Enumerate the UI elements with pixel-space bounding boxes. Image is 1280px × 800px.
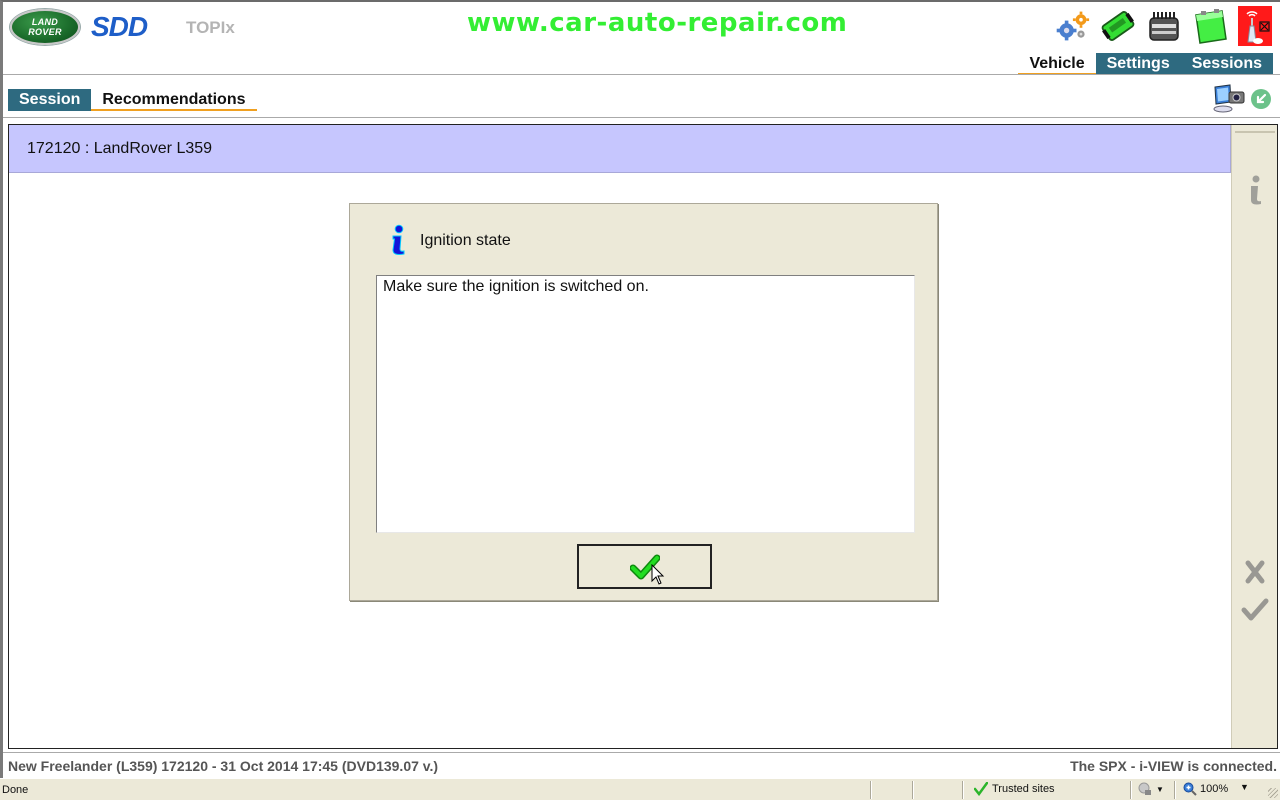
logo-text-rover: ROVER <box>28 27 62 37</box>
subtab-divider <box>3 117 1280 118</box>
tab-settings[interactable]: Settings <box>1095 53 1181 75</box>
screenshot-camera-icon[interactable] <box>1212 84 1246 114</box>
side-panel-divider <box>1235 131 1275 133</box>
vehicle-info-bar: New Freelander (L359) 172120 - 31 Oct 20… <box>3 752 1280 777</box>
status-divider <box>870 781 872 799</box>
ecu-module-icon[interactable] <box>1146 6 1182 46</box>
vehicle-title-bar: 172120 : LandRover L359 <box>9 125 1231 173</box>
magnifier-icon <box>1183 782 1197 796</box>
status-text: Done <box>2 784 29 796</box>
chevron-down-icon: ▼ <box>1156 784 1164 794</box>
sdd-logo: SDD <box>91 11 148 42</box>
status-divider <box>1130 781 1132 799</box>
logo-text-land: LAND <box>31 17 59 27</box>
tab-recommendations[interactable]: Recommendations <box>91 89 257 111</box>
vehicle-title: 172120 : LandRover L359 <box>27 140 213 157</box>
connection-status-text: The SPX - i-VIEW is connected. <box>1070 758 1277 774</box>
mouse-cursor-icon <box>651 563 665 591</box>
resize-grip[interactable] <box>1268 788 1278 798</box>
ok-button[interactable] <box>577 544 712 589</box>
side-action-panel <box>1231 125 1277 748</box>
dialog-message-box: Make sure the ignition is switched on. <box>376 275 915 533</box>
tab-sessions[interactable]: Sessions <box>1180 53 1273 75</box>
watermark-text: www.car-auto-repair.com <box>467 8 848 38</box>
zoom-value: 100% <box>1200 783 1229 795</box>
status-divider <box>962 781 964 799</box>
settings-gears-icon[interactable] <box>1054 6 1090 46</box>
cancel-x-icon[interactable] <box>1240 557 1270 587</box>
main-tabs: Vehicle Settings Sessions <box>1018 53 1273 75</box>
chevron-down-icon[interactable]: ▼ <box>1240 782 1249 792</box>
ignition-state-dialog: Ignition state Make sure the ignition is… <box>349 203 938 601</box>
info-icon <box>388 224 408 261</box>
wireless-disconnected-icon[interactable] <box>1238 6 1272 46</box>
header-divider <box>3 74 1280 75</box>
zone-label: Trusted sites <box>992 783 1055 795</box>
dialog-title: Ignition state <box>420 232 511 249</box>
browser-status-bar: Done Trusted sites ▼ 100% ▼ <box>0 778 1280 800</box>
app-header: LAND ROVER SDD TOPIx www.car-auto-repair… <box>3 2 1280 75</box>
land-rover-logo: LAND ROVER <box>10 9 80 45</box>
tab-session[interactable]: Session <box>8 89 92 111</box>
status-divider <box>912 781 914 799</box>
sdd-application-window: LAND ROVER SDD TOPIx www.car-auto-repair… <box>0 0 1280 778</box>
toolbar-icons <box>1054 6 1272 46</box>
info-icon[interactable] <box>1240 175 1270 205</box>
globe-lock-icon <box>1138 782 1151 795</box>
green-check-icon <box>974 782 988 796</box>
status-divider <box>1174 781 1176 799</box>
topix-link[interactable]: TOPIx <box>186 18 235 38</box>
tab-vehicle[interactable]: Vehicle <box>1018 53 1096 75</box>
return-arrow-icon[interactable] <box>1250 88 1272 110</box>
confirm-check-icon[interactable] <box>1240 595 1270 625</box>
sub-tabs: Session Recommendations <box>8 89 257 111</box>
security-zone[interactable]: Trusted sites <box>974 782 1055 796</box>
session-info-text: New Freelander (L359) 172120 - 31 Oct 20… <box>8 758 439 774</box>
vci-interface-icon[interactable] <box>1100 6 1136 46</box>
zoom-level-button[interactable]: 100% <box>1183 782 1228 796</box>
protected-mode-button[interactable]: ▼ <box>1138 782 1164 796</box>
battery-icon[interactable] <box>1192 6 1228 46</box>
sub-toolbar-icons <box>1212 84 1272 114</box>
